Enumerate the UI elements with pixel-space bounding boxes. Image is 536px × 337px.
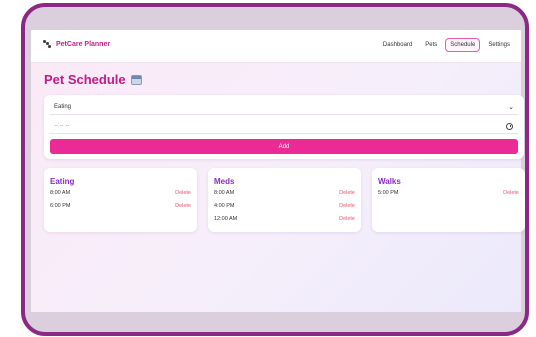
delete-button[interactable]: Delete (339, 203, 355, 209)
clock-icon[interactable] (506, 122, 513, 130)
schedule-card-eating: Eating 8:00 AM Delete 6:00 PM Delete (44, 168, 197, 232)
schedule-card-walks: Walks 5:00 PM Delete (372, 168, 525, 232)
delete-button[interactable]: Delete (339, 190, 355, 196)
entry-time: 6:00 PM (50, 203, 71, 209)
entry-time: 8:00 AM (214, 190, 235, 196)
entry-time: 8:00 AM (50, 190, 71, 196)
page-title: Pet Schedule (44, 72, 126, 87)
device-frame: PetCare Planner Dashboard Pets Schedule … (21, 3, 529, 336)
time-input-placeholder: --:-- -- (54, 123, 70, 129)
activity-select-value: Eating (54, 104, 72, 110)
list-item: 8:00 AM Delete (214, 188, 355, 198)
schedule-card-meds: Meds 8:00 AM Delete 4:00 PM Delete 12:00… (208, 168, 361, 232)
paw-icon (43, 40, 51, 48)
schedule-form: Eating ⌄ --:-- -- Add (44, 95, 524, 159)
card-title: Meds (214, 177, 235, 186)
card-title: Walks (378, 177, 401, 186)
chevron-down-icon: ⌄ (508, 104, 514, 111)
delete-button[interactable]: Delete (339, 216, 355, 222)
list-item: 5:00 PM Delete (378, 188, 519, 198)
entry-time: 4:00 PM (214, 203, 235, 209)
calendar-icon (130, 74, 142, 85)
delete-button[interactable]: Delete (175, 203, 191, 209)
page-title-wrap: Pet Schedule (44, 72, 142, 87)
add-button[interactable]: Add (50, 139, 518, 154)
list-item: 8:00 AM Delete (50, 188, 191, 198)
delete-button[interactable]: Delete (175, 190, 191, 196)
card-title: Eating (50, 177, 75, 186)
nav-link-settings[interactable]: Settings (483, 38, 515, 52)
list-item: 12:00 AM Delete (214, 214, 355, 224)
nav-link-dashboard[interactable]: Dashboard (378, 38, 417, 52)
entry-time: 12:00 AM (214, 216, 238, 222)
navbar: PetCare Planner Dashboard Pets Schedule … (31, 30, 521, 63)
list-item: 4:00 PM Delete (214, 201, 355, 211)
delete-button[interactable]: Delete (503, 190, 519, 196)
nav-link-schedule[interactable]: Schedule (445, 38, 481, 52)
time-input[interactable]: --:-- -- (50, 119, 518, 134)
app-screen: PetCare Planner Dashboard Pets Schedule … (31, 30, 525, 312)
activity-select[interactable]: Eating ⌄ (50, 100, 518, 115)
brand-name: PetCare Planner (56, 40, 111, 48)
nav-link-pets[interactable]: Pets (420, 38, 442, 52)
brand[interactable]: PetCare Planner (43, 40, 110, 48)
entry-time: 5:00 PM (378, 190, 399, 196)
nav-links: Dashboard Pets Schedule Settings (375, 38, 515, 52)
list-item: 6:00 PM Delete (50, 201, 191, 211)
